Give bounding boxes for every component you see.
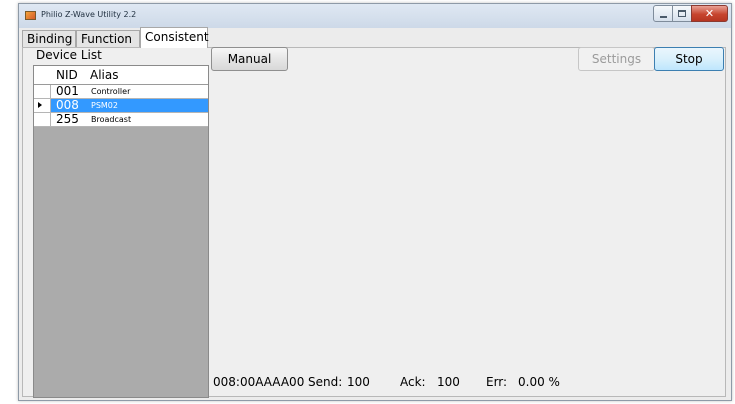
tab-binding[interactable]: Binding: [22, 30, 76, 47]
minimize-button[interactable]: [653, 5, 673, 22]
device-list-title: Device List: [36, 48, 102, 62]
window-title: Philio Z-Wave Utility 2.2: [41, 10, 137, 19]
table-row[interactable]: 255 Broadcast: [34, 113, 208, 127]
row-selector[interactable]: [34, 113, 51, 126]
send-label: Send:: [308, 375, 343, 389]
row-selector[interactable]: [34, 99, 51, 112]
stop-button[interactable]: Stop: [654, 47, 724, 71]
row-nid: 255: [56, 112, 79, 126]
row-selector[interactable]: [34, 85, 51, 98]
table-row[interactable]: 001 Controller: [34, 85, 208, 99]
row-alias: Controller: [91, 87, 131, 96]
row-nid: 001: [56, 84, 79, 98]
status-address: 008:00AAAA00: [213, 375, 305, 389]
tab-consistent[interactable]: Consistent: [140, 27, 209, 48]
device-list-header: NID Alias: [34, 66, 208, 85]
err-label: Err:: [486, 375, 508, 389]
row-alias: PSM02: [91, 101, 118, 110]
device-list-grid[interactable]: NID Alias 001 Controller 008 PSM02 255 B…: [33, 65, 209, 398]
app-icon: [25, 11, 36, 20]
send-value: 100: [347, 375, 370, 389]
row-selector-arrow-icon: [38, 102, 42, 108]
err-value: 0.00 %: [518, 375, 560, 389]
row-alias: Broadcast: [91, 115, 132, 124]
close-button[interactable]: ✕: [691, 5, 728, 22]
tab-function[interactable]: Function: [76, 30, 140, 47]
close-icon: ✕: [704, 7, 715, 20]
row-nid: 008: [56, 98, 79, 112]
title-bar[interactable]: Philio Z-Wave Utility 2.2 ✕: [19, 4, 731, 28]
maximize-button[interactable]: [672, 5, 692, 22]
settings-button[interactable]: Settings: [578, 47, 655, 71]
maximize-icon: [678, 10, 686, 17]
manual-button[interactable]: Manual: [211, 47, 288, 71]
minimize-icon: [660, 16, 667, 18]
column-header-nid[interactable]: NID: [56, 68, 78, 82]
column-header-alias[interactable]: Alias: [90, 68, 118, 82]
table-row-selected[interactable]: 008 PSM02: [34, 99, 208, 113]
ack-label: Ack:: [400, 375, 426, 389]
ack-value: 100: [437, 375, 460, 389]
